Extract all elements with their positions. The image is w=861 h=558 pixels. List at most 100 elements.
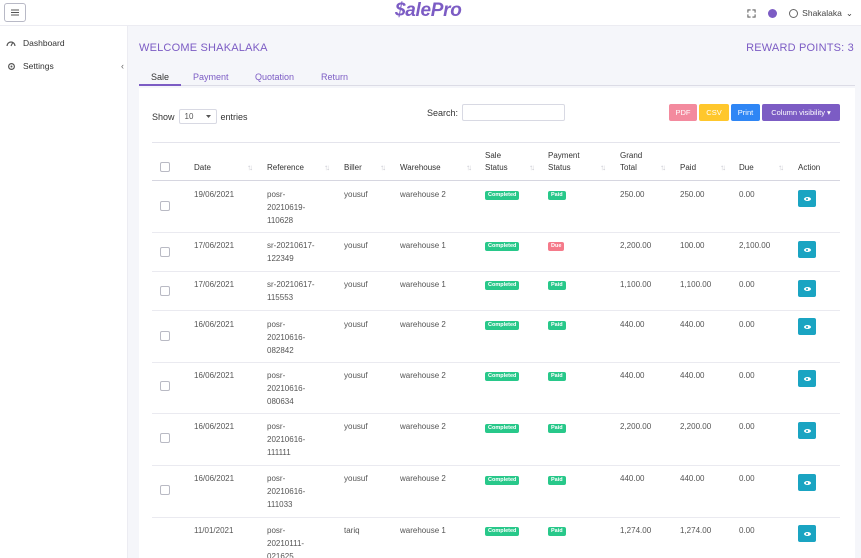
- cell-date: 16/06/2021: [194, 320, 235, 329]
- cell-grand-total: 440.00: [620, 474, 645, 483]
- col-sale-status-line2[interactable]: Status: [485, 162, 508, 174]
- eye-icon: [803, 480, 811, 485]
- eye-icon: [803, 247, 811, 252]
- view-button[interactable]: [798, 318, 816, 335]
- cell-grand-total: 1,274.00: [620, 526, 652, 535]
- sale-status-badge: Completed: [485, 242, 520, 251]
- sale-status-badge: Completed: [485, 372, 520, 381]
- chevron-left-icon: ‹: [121, 61, 124, 71]
- sort-icon[interactable]: ↑↓: [324, 163, 330, 172]
- cell-paid: 100.00: [680, 241, 705, 250]
- sort-icon[interactable]: ↑↓: [600, 163, 606, 172]
- search-label: Search:: [427, 108, 459, 118]
- col-paid[interactable]: Paid: [680, 162, 696, 174]
- sort-icon[interactable]: ↑↓: [778, 163, 784, 172]
- sort-icon[interactable]: ↑↓: [529, 163, 535, 172]
- tab-payment[interactable]: Payment: [193, 72, 229, 82]
- cell-date: 16/06/2021: [194, 474, 235, 483]
- cell-due: 0.00: [739, 190, 755, 199]
- col-action: Action: [798, 163, 821, 172]
- fullscreen-icon[interactable]: [746, 8, 756, 18]
- cell-warehouse: warehouse 2: [400, 320, 446, 329]
- cell-biller: tariq: [344, 526, 360, 535]
- cell-due: 0.00: [739, 371, 755, 380]
- payment-status-badge: Paid: [548, 321, 566, 330]
- pdf-button[interactable]: PDF: [669, 104, 697, 121]
- cell-biller: yousuf: [344, 422, 368, 431]
- sort-icon[interactable]: ↑↓: [660, 163, 666, 172]
- entries-select[interactable]: 10: [178, 109, 217, 124]
- hamburger-icon: [11, 11, 19, 14]
- payment-status-badge: Paid: [548, 527, 566, 536]
- cell-date: 16/06/2021: [194, 422, 235, 431]
- col-warehouse[interactable]: Warehouse: [400, 162, 441, 174]
- sort-icon[interactable]: ↑↓: [380, 163, 386, 172]
- col-biller[interactable]: Biller: [344, 162, 362, 174]
- view-button[interactable]: [798, 241, 816, 258]
- welcome-heading: WELCOME SHAKALAKA: [139, 42, 268, 54]
- cell-grand-total: 440.00: [620, 371, 645, 380]
- chevron-down-icon: ⌄: [845, 7, 853, 18]
- user-menu[interactable]: Shakalaka ⌄: [789, 8, 853, 19]
- tab-return[interactable]: Return: [321, 72, 348, 82]
- cell-warehouse: warehouse 2: [400, 474, 446, 483]
- col-grand-total-line1[interactable]: Grand: [620, 150, 642, 162]
- row-checkbox[interactable]: [160, 331, 170, 341]
- tab-quotation[interactable]: Quotation: [255, 72, 294, 82]
- brand-logo[interactable]: $alePro: [395, 0, 462, 22]
- view-button[interactable]: [798, 525, 816, 542]
- row-checkbox[interactable]: [160, 247, 170, 257]
- cell-due: 0.00: [739, 526, 755, 535]
- row-checkbox[interactable]: [160, 286, 170, 296]
- sidebar-item-label: Settings: [23, 61, 54, 71]
- reward-points: REWARD POINTS: 3: [746, 42, 854, 54]
- col-payment-status-line2[interactable]: Status: [548, 162, 571, 174]
- column-visibility-button[interactable]: Column visibility ▾: [762, 104, 840, 121]
- col-sale-status-line1[interactable]: Sale: [485, 150, 501, 162]
- search-input[interactable]: [462, 104, 565, 121]
- col-reference[interactable]: Reference: [267, 162, 304, 174]
- cell-paid: 2,200.00: [680, 422, 712, 431]
- sidebar-item-dashboard[interactable]: Dashboard: [6, 36, 124, 50]
- sort-icon[interactable]: ↑↓: [720, 163, 726, 172]
- cell-due: 0.00: [739, 474, 755, 483]
- col-date[interactable]: Date: [194, 162, 211, 174]
- cell-biller: yousuf: [344, 371, 368, 380]
- tab-sale[interactable]: Sale: [151, 72, 169, 82]
- sidebar-item-settings[interactable]: Settings ‹: [6, 59, 124, 73]
- row-checkbox[interactable]: [160, 485, 170, 495]
- col-payment-status-line1[interactable]: Payment: [548, 150, 580, 162]
- view-button[interactable]: [798, 422, 816, 439]
- payment-status-badge: Paid: [548, 281, 566, 290]
- payment-status-badge: Paid: [548, 372, 566, 381]
- sale-status-badge: Completed: [485, 476, 520, 485]
- table-header: Date ↑↓ Reference ↑↓ Biller ↑↓ Warehouse…: [152, 142, 840, 181]
- cell-reference: posr-: [267, 526, 286, 535]
- row-checkbox[interactable]: [160, 381, 170, 391]
- entries-length-control: Show 10 entries: [152, 109, 248, 124]
- view-button[interactable]: [798, 474, 816, 491]
- view-button[interactable]: [798, 190, 816, 207]
- cell-reference: 082842: [267, 346, 294, 355]
- sidebar-toggle-button[interactable]: [4, 3, 26, 22]
- entries-value: 10: [184, 112, 194, 121]
- col-grand-total-line2[interactable]: Total: [620, 162, 637, 174]
- view-button[interactable]: [798, 280, 816, 297]
- language-globe-icon[interactable]: [768, 8, 778, 18]
- select-all-checkbox[interactable]: [160, 162, 170, 172]
- view-button[interactable]: [798, 370, 816, 387]
- sale-status-badge: Completed: [485, 321, 520, 330]
- cell-reference: 20210619-: [267, 203, 306, 212]
- print-button[interactable]: Print: [731, 104, 760, 121]
- sort-icon[interactable]: ↑↓: [247, 163, 253, 172]
- csv-button[interactable]: CSV: [699, 104, 729, 121]
- sort-icon[interactable]: ↑↓: [466, 163, 472, 172]
- gear-icon: [6, 61, 16, 71]
- cell-grand-total: 250.00: [620, 190, 645, 199]
- row-checkbox[interactable]: [160, 433, 170, 443]
- cell-date: 17/06/2021: [194, 280, 235, 289]
- row-checkbox[interactable]: [160, 201, 170, 211]
- col-due[interactable]: Due: [739, 162, 754, 174]
- cell-paid: 250.00: [680, 190, 705, 199]
- tab-bar: Sale Payment Quotation Return: [139, 70, 855, 86]
